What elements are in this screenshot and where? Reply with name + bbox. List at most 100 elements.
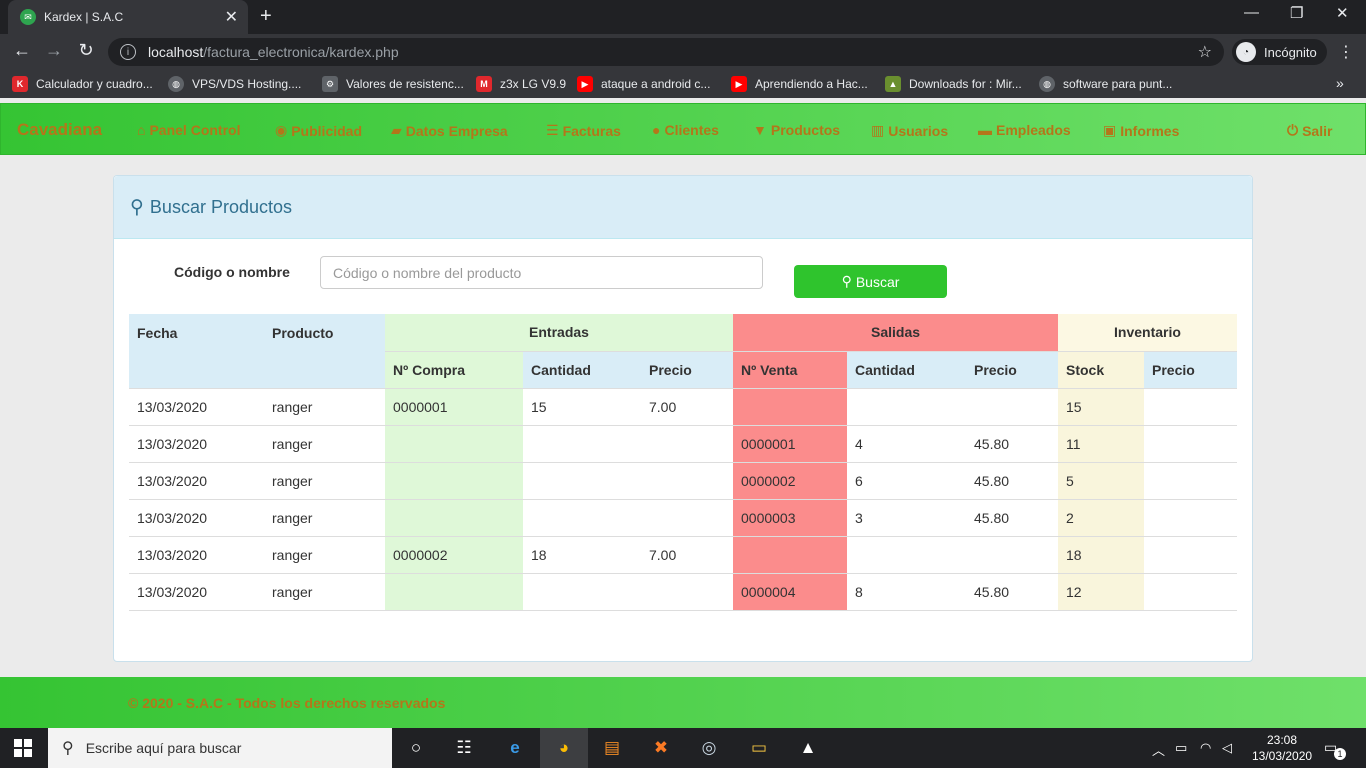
barcode-icon: ▥ [871, 122, 885, 138]
bookmark-item[interactable]: ▲ Downloads for : Mir... [885, 76, 1022, 92]
bookmark-star-icon[interactable]: ☆ [1198, 42, 1212, 62]
battery-icon[interactable]: ▭ [1175, 740, 1187, 756]
tab-close-icon[interactable]: ✕ [225, 7, 238, 27]
reload-icon[interactable]: ↻ [74, 40, 98, 61]
cell-precio-e [641, 573, 733, 611]
header-n-compra: Nº Compra [385, 351, 523, 389]
search-input[interactable] [320, 256, 763, 289]
cell-stock: 18 [1058, 536, 1144, 574]
cell-precio-s: 45.80 [966, 573, 1058, 611]
photos-icon[interactable]: ▲ [796, 736, 820, 760]
taskbar-clock[interactable]: 23:08 13/03/2020 [1252, 732, 1312, 764]
bookmark-item[interactable]: ◍ software para punt... [1039, 76, 1172, 92]
cell-precio-e: 7.00 [641, 536, 733, 574]
bookmarks-bar: K Calculador y cuadro... ◍ VPS/VDS Hosti… [0, 70, 1366, 98]
nav-item-panel-control[interactable]: ⌂ Panel Control [137, 122, 240, 138]
xampp-icon[interactable]: ✖ [649, 736, 673, 760]
nav-item-publicidad[interactable]: ◉ Publicidad [275, 122, 362, 139]
cell-cantidad-s: 8 [847, 573, 966, 611]
search-button[interactable]: ⚲ Buscar [794, 265, 947, 298]
volume-icon[interactable]: ◁ [1222, 740, 1232, 756]
bookmark-label: VPS/VDS Hosting.... [192, 77, 302, 91]
bookmarks-overflow-icon[interactable]: » [1336, 75, 1344, 91]
cell-cantidad-e [523, 425, 641, 463]
nav-item-usuarios[interactable]: ▥ Usuarios [871, 122, 948, 139]
header-precio-inventario: Precio [1144, 351, 1237, 389]
bookmark-item[interactable]: ▶ Aprendiendo a Hac... [731, 76, 868, 92]
nav-item-label: Publicidad [291, 122, 363, 139]
cell-n-compra: 0000001 [385, 388, 523, 426]
nav-item-facturas[interactable]: ☰ Facturas [546, 122, 621, 139]
taskbar-search-box[interactable]: ⚲ Escribe aquí para buscar [48, 728, 392, 768]
cell-n-venta: 0000004 [733, 573, 847, 611]
header-stock: Stock [1058, 351, 1144, 389]
bookmark-favicon-icon: K [12, 76, 28, 92]
cell-cantidad-s: 4 [847, 425, 966, 463]
cell-cantidad-e [523, 573, 641, 611]
brand-link[interactable]: Cavadiana [17, 120, 102, 140]
bookmark-item[interactable]: M z3x LG V9.9 [476, 76, 566, 92]
search-icon: ⚲ [62, 740, 74, 757]
nav-item-productos[interactable]: ▼ Productos [753, 122, 840, 138]
search-icon: ⚲ [841, 273, 852, 289]
nav-item-empleados[interactable]: ▬ Empleados [978, 122, 1071, 138]
tray-chevron-icon[interactable]: ︿ [1152, 740, 1165, 759]
bookmark-item[interactable]: K Calculador y cuadro... [12, 76, 153, 92]
address-bar[interactable]: i localhost/factura_electronica/kardex.p… [108, 38, 1224, 66]
notification-count-badge: 1 [1334, 748, 1346, 760]
windows-start-icon[interactable] [14, 739, 32, 757]
cell-precio-i [1144, 425, 1237, 463]
cortana-icon[interactable]: ○ [404, 736, 428, 760]
browser-tab-active[interactable]: ✉ Kardex | S.A.C ✕ [8, 0, 248, 34]
incognito-icon: ◔ [1236, 42, 1256, 62]
new-tab-icon[interactable]: + [260, 5, 272, 28]
file-explorer-icon[interactable]: ▭ [747, 736, 771, 760]
tab-title: Kardex | S.A.C [44, 10, 124, 24]
nav-item-clientes[interactable]: ● Clientes [652, 122, 719, 138]
nav-item-informes[interactable]: ▣ Informes [1103, 122, 1179, 139]
incognito-label: Incógnito [1264, 44, 1317, 60]
bookmark-item[interactable]: ▶ ataque a android c... [577, 76, 710, 92]
briefcase-icon: ▬ [978, 122, 992, 138]
bookmark-item[interactable]: ⚙ Valores de resistenc... [322, 76, 464, 92]
youtube-icon: ▶ [731, 76, 747, 92]
site-info-icon[interactable]: i [120, 44, 136, 60]
back-icon[interactable]: ← [10, 40, 34, 61]
cell-n-compra [385, 499, 523, 537]
forward-icon[interactable]: → [42, 40, 66, 61]
wifi-icon[interactable]: ◠ [1200, 740, 1211, 756]
edge-browser-icon[interactable]: e [503, 736, 527, 760]
cell-producto: ranger [264, 499, 385, 537]
cart-icon: ▼ [753, 122, 767, 138]
header-fecha: Fecha [129, 314, 264, 389]
cell-n-venta: 0000003 [733, 499, 847, 537]
sublime-text-icon[interactable]: ▤ [600, 736, 624, 760]
chrome-icon[interactable]: ◕ [552, 736, 576, 760]
steam-icon[interactable]: ◎ [697, 736, 721, 760]
bookmark-item[interactable]: ◍ VPS/VDS Hosting.... [168, 76, 301, 92]
incognito-badge[interactable]: ◔ Incógnito [1232, 39, 1327, 65]
browser-tabbar: ✉ Kardex | S.A.C ✕ + — ❐ ✕ [0, 0, 1366, 34]
nav-item-label: Empleados [996, 122, 1071, 138]
minimize-icon[interactable]: — [1244, 4, 1259, 21]
cell-cantidad-s: 6 [847, 462, 966, 500]
window-close-icon[interactable]: ✕ [1336, 4, 1349, 22]
globe-icon: ◍ [168, 76, 184, 92]
restore-icon[interactable]: ❐ [1290, 4, 1303, 22]
browser-menu-icon[interactable]: ⋮ [1338, 42, 1354, 62]
table-row: 13/03/2020 ranger 0000001 4 45.80 11 [129, 425, 1237, 463]
cell-cantidad-e [523, 499, 641, 537]
site-favicon-icon: ✉ [20, 9, 36, 25]
cell-stock: 15 [1058, 388, 1144, 426]
logout-link[interactable]: ⏻ Salir [1287, 122, 1332, 139]
kardex-table: Fecha Producto Entradas Salidas Inventar… [129, 314, 1237, 611]
cell-n-compra [385, 425, 523, 463]
nav-item-datos-empresa[interactable]: ▰ Datos Empresa [391, 122, 508, 139]
cell-stock: 11 [1058, 425, 1144, 463]
cell-precio-s: 45.80 [966, 425, 1058, 463]
cell-cantidad-s [847, 388, 966, 426]
app-navbar: Cavadiana ⌂ Panel Control ◉ Publicidad ▰ Da… [0, 103, 1366, 155]
search-button-label: Buscar [855, 273, 900, 290]
task-view-icon[interactable]: ☷ [452, 736, 476, 760]
home-icon: ⌂ [137, 122, 146, 138]
